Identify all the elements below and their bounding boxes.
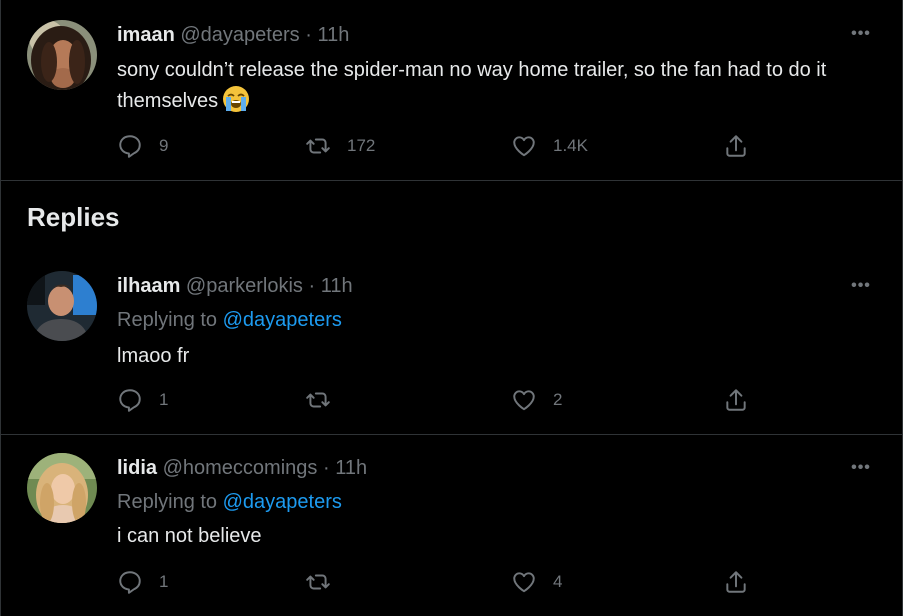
loudly-crying-face-icon [222,85,250,113]
replies-heading: Replies [27,202,120,232]
share-icon [726,571,746,593]
replying-to-mention[interactable]: @dayapeters [223,491,342,513]
like-button[interactable]: 1.4K [511,130,588,162]
reply-icon [119,135,141,158]
heart-icon [513,572,535,593]
reply-count: 1 [159,390,169,409]
tweet-actions: 1 2 [117,384,767,416]
tweet-text: i can not believe [117,525,262,547]
heart-icon [513,136,535,157]
reply-button[interactable]: 9 [117,130,168,162]
timestamp[interactable]: 11h [335,457,367,479]
timestamp[interactable]: 11h [321,275,353,297]
like-count: 4 [553,572,563,591]
separator: · [305,24,312,46]
user-handle[interactable]: @dayapeters [180,24,299,46]
share-icon [726,389,746,411]
separator: · [308,275,316,297]
reply-icon [119,571,141,594]
reply-tweet[interactable]: ilhaam @parkerlokis · 11h ••• Replying t… [1,256,902,435]
retweet-button[interactable]: 172 [305,130,375,162]
replying-to: Replying to @dayapeters [117,308,342,332]
retweet-count: 172 [347,136,376,155]
share-button[interactable] [723,566,749,598]
separator: · [322,457,330,479]
like-count: 2 [553,390,563,409]
tweet-header: ilhaam @parkerlokis · 11h [117,274,353,298]
retweet-button[interactable] [305,566,347,598]
tweet-header: imaan @dayapeters · 11h [117,23,349,47]
share-button[interactable] [723,384,749,416]
user-handle[interactable]: @parkerlokis [186,275,303,297]
display-name[interactable]: ilhaam [117,275,180,297]
reply-button[interactable]: 1 [117,566,168,598]
reply-icon [119,389,141,412]
display-name[interactable]: lidia [117,457,157,479]
tweet-text: sony couldn’t release the spider-man no … [117,56,877,116]
like-count: 1.4K [553,136,588,155]
tweet-actions: 9 172 1.4K [117,130,767,162]
retweet-icon [306,138,330,154]
tweet-header: lidia @homeccomings · 11h [117,456,367,480]
main-tweet[interactable]: imaan @dayapeters · 11h ••• sony couldn’… [1,0,902,181]
replying-to-label: Replying to [117,309,218,331]
like-button[interactable]: 4 [511,566,562,598]
timestamp[interactable]: 11h [317,24,349,46]
heart-icon [513,390,535,411]
tweet-actions: 1 4 [117,566,767,598]
more-options-icon[interactable]: ••• [848,274,874,298]
more-options-icon[interactable]: ••• [848,22,874,46]
retweet-button[interactable] [305,384,347,416]
more-options-icon[interactable]: ••• [848,456,874,480]
user-handle[interactable]: @homeccomings [163,457,318,479]
reply-count: 1 [159,572,169,591]
share-button[interactable] [723,130,749,162]
replying-to-mention[interactable]: @dayapeters [223,309,342,331]
avatar[interactable] [27,453,97,523]
share-icon [726,135,746,157]
like-button[interactable]: 2 [511,384,562,416]
display-name[interactable]: imaan [117,24,175,46]
retweet-icon [306,574,330,590]
avatar[interactable] [27,271,97,341]
thread-view: imaan @dayapeters · 11h ••• sony couldn’… [0,0,903,616]
avatar-ilhaam-image [27,271,97,341]
retweet-icon [306,392,330,408]
reply-tweet[interactable]: lidia @homeccomings · 11h ••• Replying t… [1,436,902,616]
avatar[interactable] [27,20,97,90]
avatar-lidia-image [27,453,97,523]
reply-button[interactable]: 1 [117,384,168,416]
replying-to-label: Replying to [117,491,218,513]
tweet-text: lmaoo fr [117,345,190,367]
reply-count: 9 [159,136,169,155]
replying-to: Replying to @dayapeters [117,490,342,514]
avatar-imaan-image [27,20,97,90]
